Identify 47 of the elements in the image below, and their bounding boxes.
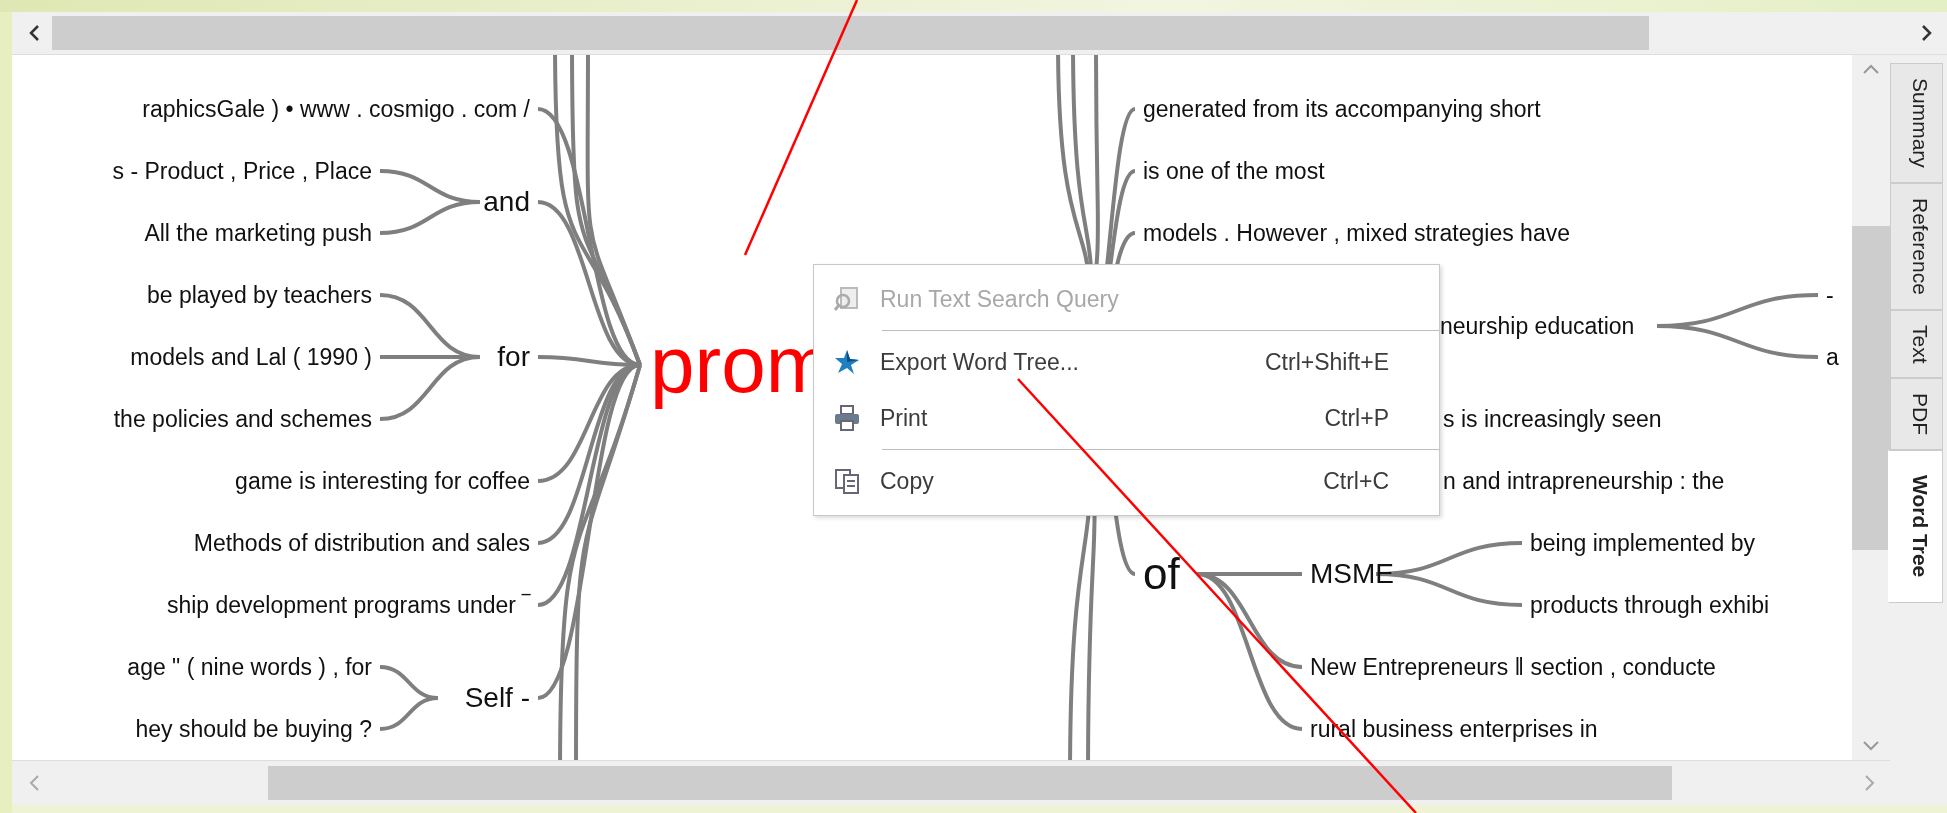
tree-leaf-text[interactable]: is one of the most — [1143, 159, 1325, 183]
side-tab[interactable]: Reference — [1890, 182, 1943, 310]
tree-leaf-text[interactable]: New Entrepreneurs ‖ section , conducte — [1310, 655, 1716, 679]
scroll-left-icon[interactable] — [28, 24, 40, 42]
scrollbar-thumb[interactable] — [268, 766, 1672, 800]
tree-branch-word[interactable]: for — [497, 343, 530, 371]
scroll-up-icon[interactable] — [1862, 63, 1880, 75]
tree-leaf-text[interactable]: age " ( nine words ) , for — [127, 655, 372, 679]
tree-leaf-text[interactable]: products through exhibi — [1530, 593, 1770, 617]
tree-branch-word[interactable]: and — [483, 188, 530, 216]
tree-leaf-text[interactable]: be played by teachers — [146, 283, 372, 307]
menu-item[interactable]: Export Word Tree... Ctrl+Shift+E — [814, 334, 1439, 390]
tree-leaf-text[interactable]: models . However , mixed strategies have — [1143, 221, 1570, 245]
tree-branch-word[interactable]: MSME — [1310, 560, 1394, 588]
tree-leaf-text[interactable]: game is interesting for coffee — [235, 469, 530, 493]
tree-leaf-text[interactable]: raphicsGale ) • www . cosmigo . com / — [142, 97, 530, 121]
tree-leaf-text[interactable]: the policies and schemes — [113, 407, 372, 431]
side-tab[interactable]: Word Tree — [1888, 450, 1943, 603]
menu-item[interactable]: Print Ctrl+P — [814, 390, 1439, 446]
tree-leaf-text[interactable]: - — [1826, 283, 1834, 307]
scrollbar-thumb[interactable] — [52, 16, 1649, 50]
side-tab[interactable]: PDF — [1890, 378, 1943, 451]
tree-leaf-text[interactable]: models and Lal ( 1990 ) — [130, 345, 372, 369]
copy-icon — [833, 467, 861, 495]
tree-leaf-text[interactable]: s is increasingly seen — [1443, 407, 1662, 431]
tree-leaf-text[interactable]: All the marketing push — [144, 221, 372, 245]
tree-leaf-text[interactable]: hey should be buying ? — [135, 717, 372, 741]
side-tab[interactable]: Text — [1890, 309, 1943, 379]
search-query-icon — [833, 285, 861, 313]
scrollbar-thumb[interactable] — [1852, 225, 1890, 551]
tree-leaf-text[interactable]: generated from its accompanying short — [1143, 97, 1541, 121]
tree-leaf-text[interactable]: neurship education — [1440, 314, 1635, 338]
tree-leaf-text[interactable]: ship development programs under ‾ — [166, 593, 530, 617]
tree-leaf-text[interactable]: s - Product , Price , Place — [112, 159, 372, 183]
tree-leaf-text[interactable]: a — [1826, 345, 1839, 369]
side-tab[interactable]: Summary — [1890, 63, 1943, 183]
tree-leaf-text[interactable]: Methods of distribution and sales — [193, 531, 530, 555]
scroll-down-icon[interactable] — [1862, 740, 1880, 752]
export-star-icon — [833, 348, 861, 376]
tree-branch-word[interactable]: of — [1143, 552, 1180, 596]
tree-leaf-text[interactable]: n and intrapreneurship : the — [1443, 469, 1725, 493]
connector-line — [379, 696, 439, 731]
printer-icon — [833, 404, 861, 432]
scroll-right-icon[interactable] — [1921, 24, 1933, 42]
menu-item[interactable]: Copy Ctrl+C — [814, 453, 1439, 509]
tree-leaf-text[interactable]: being implemented by — [1530, 531, 1756, 555]
tree-branch-word[interactable]: Self - — [464, 684, 530, 712]
